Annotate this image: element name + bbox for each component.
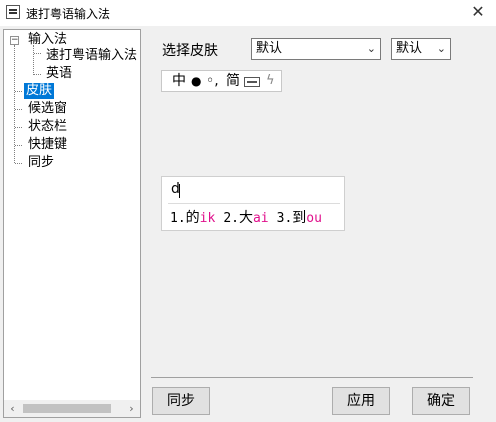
tree-connector: [34, 53, 41, 54]
horizontal-scrollbar[interactable]: ‹ ›: [4, 400, 140, 417]
tree-item-status-bar[interactable]: 状态栏: [26, 119, 69, 135]
skin-variant-value: 默认: [396, 41, 423, 56]
candidate-number: 3.: [276, 211, 293, 226]
fullwidth-indicator: ●: [191, 74, 202, 88]
scroll-left-icon[interactable]: ‹: [4, 400, 21, 417]
tree-connector: [15, 109, 22, 110]
divider: [151, 377, 473, 378]
tree-item-english[interactable]: 英语: [44, 66, 74, 82]
candidate-code: ai: [252, 211, 269, 226]
scroll-right-icon[interactable]: ›: [123, 400, 140, 417]
ok-button[interactable]: 确定: [412, 387, 470, 415]
keyboard-icon: [244, 77, 260, 87]
sync-button[interactable]: 同步: [152, 387, 210, 415]
candidate-char: 大: [238, 210, 253, 226]
punctuation-indicator: ◦,: [206, 73, 219, 89]
candidate-code: ik: [199, 211, 216, 226]
tree-item-sudacantonese[interactable]: 速打粤语输入法: [44, 48, 139, 64]
chinese-mode-indicator: 中: [172, 73, 186, 89]
tree-connector: [15, 127, 22, 128]
tree-item-candidate-window[interactable]: 候选窗: [26, 101, 69, 117]
candidate-number: 1.: [170, 211, 186, 226]
tree-connector: [34, 74, 41, 75]
title-bar: 速打粤语输入法 ✕: [0, 0, 496, 26]
tree-connector: [15, 91, 22, 92]
status-bar-preview: 中 ● ◦, 简 ϟ: [161, 70, 282, 92]
tree-connector: [15, 163, 22, 164]
settings-tree[interactable]: − 输入法 速打粤语输入法 英语 皮肤 候选窗 状态栏 快捷键 同步 ‹ ›: [3, 29, 141, 418]
skin-theme-value: 默认: [256, 41, 283, 56]
chevron-down-icon: ⌄: [366, 42, 376, 55]
skin-theme-select[interactable]: 默认 ⌄: [251, 38, 381, 60]
tree-connector: [15, 145, 22, 146]
candidate-char: 到: [292, 210, 307, 226]
tree-item-skin[interactable]: 皮肤: [24, 83, 55, 99]
chevron-down-icon: ⌄: [436, 42, 446, 55]
simplified-indicator: 简: [226, 73, 240, 89]
candidate-char: 的: [185, 210, 200, 226]
tree-item-input-method[interactable]: 输入法: [26, 32, 69, 48]
lightning-icon: ϟ: [266, 73, 275, 88]
tree-connector: [33, 45, 34, 75]
app-icon: [6, 5, 20, 19]
text-caret: [179, 184, 180, 198]
select-skin-label: 选择皮肤: [162, 43, 218, 59]
close-button[interactable]: ✕: [460, 0, 496, 26]
candidate-window-preview: d 1.的ik 2.大ai 3.到ou: [161, 176, 345, 231]
window-title: 速打粤语输入法: [26, 7, 111, 21]
divider: [168, 203, 340, 204]
candidate-number: 2.: [223, 211, 239, 226]
candidate-list: 1.的ik 2.大ai 3.到ou: [170, 207, 322, 227]
candidate-code: ou: [306, 211, 322, 226]
scroll-thumb[interactable]: [23, 404, 111, 413]
apply-button[interactable]: 应用: [332, 387, 390, 415]
skin-variant-select[interactable]: 默认 ⌄: [391, 38, 451, 60]
collapse-icon[interactable]: −: [10, 36, 19, 45]
tree-item-sync[interactable]: 同步: [26, 155, 56, 171]
tree-item-hotkeys[interactable]: 快捷键: [26, 137, 69, 153]
